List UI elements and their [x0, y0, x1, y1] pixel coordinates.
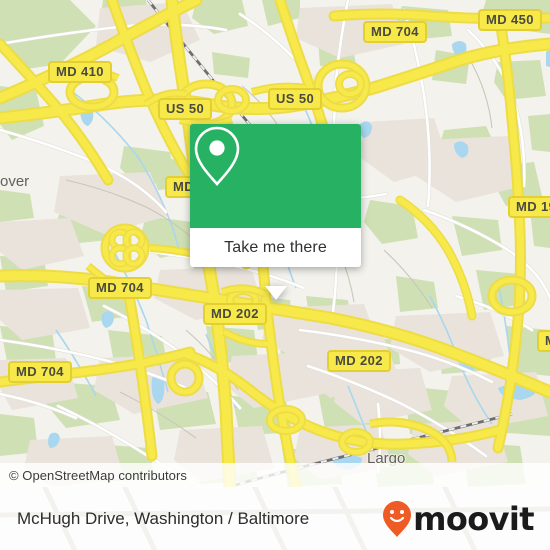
popup-pin-area: [190, 124, 361, 228]
take-me-there-popup[interactable]: Take me there: [190, 124, 361, 300]
map-attribution-bar: © OpenStreetMap contributors: [0, 463, 550, 487]
road-shield[interactable]: MD 202: [327, 350, 391, 372]
take-me-there-label: Take me there: [224, 238, 327, 256]
popup-tail: [265, 286, 287, 300]
moovit-pin-smiley-icon: [382, 500, 412, 538]
map-canvas[interactable]: .green{fill:#cfe0b4} .beige{fill:#e9e3dc…: [0, 0, 550, 487]
footer-bar: McHugh Drive, Washington / Baltimore moo…: [0, 487, 550, 550]
road-shield[interactable]: MD 193: [508, 196, 550, 218]
road-shield[interactable]: US 50: [158, 98, 213, 120]
road-shield[interactable]: MD 450: [478, 9, 542, 31]
location-title: McHugh Drive, Washington / Baltimore: [17, 508, 310, 528]
road-shield[interactable]: MD 704: [8, 361, 72, 383]
place-label: over: [0, 173, 30, 190]
popup-action-bar[interactable]: Take me there: [190, 228, 361, 267]
road-shield[interactable]: MD 410: [48, 61, 112, 83]
road-shield[interactable]: US 50: [268, 88, 323, 110]
road-shield[interactable]: MD: [537, 330, 550, 352]
road-shield[interactable]: MD 704: [363, 21, 427, 43]
road-shield[interactable]: MD 202: [203, 303, 267, 325]
road-shield[interactable]: MD 704: [88, 277, 152, 299]
moovit-logo[interactable]: moovit: [382, 499, 535, 538]
attribution-text[interactable]: © OpenStreetMap contributors: [0, 468, 187, 483]
moovit-map-screen: .green{fill:#cfe0b4} .beige{fill:#e9e3dc…: [0, 0, 550, 550]
moovit-wordmark: moovit: [413, 499, 534, 538]
